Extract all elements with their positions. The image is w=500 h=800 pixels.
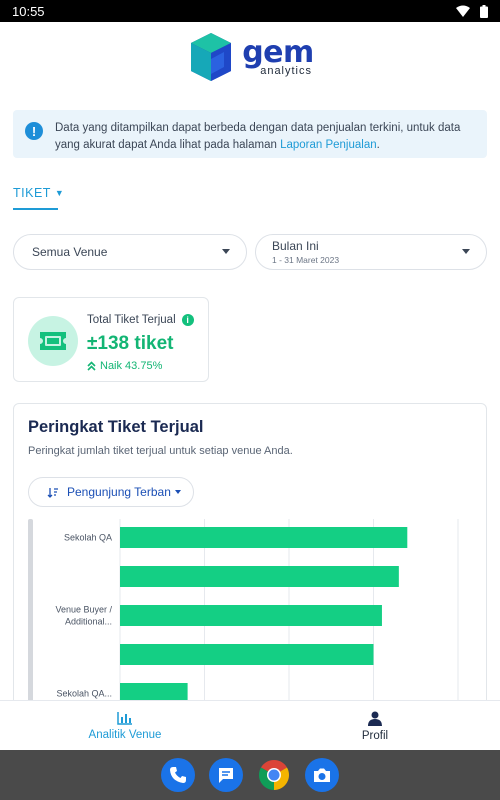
ticket-icon bbox=[40, 332, 66, 350]
chart-bar bbox=[120, 644, 374, 665]
app-header: gem analytics bbox=[0, 22, 500, 92]
sort-icon bbox=[47, 487, 58, 498]
main-content[interactable]: ! Data yang ditampilkan dapat berbeda de… bbox=[0, 92, 500, 700]
period-range: 1 - 31 Maret 2023 bbox=[272, 255, 340, 265]
gem-logo-icon bbox=[191, 33, 232, 81]
ticket-icon-wrap bbox=[28, 316, 78, 366]
phone-app-icon[interactable] bbox=[161, 758, 195, 792]
sales-report-link[interactable]: Laporan Penjualan bbox=[280, 139, 377, 151]
info-icon: ! bbox=[25, 122, 43, 140]
info-banner-text: Data yang ditampilkan dapat berbeda deng… bbox=[55, 122, 461, 151]
stat-label: Total Tiket Terjual i bbox=[87, 314, 194, 326]
messages-app-icon[interactable] bbox=[209, 758, 243, 792]
bottom-nav: Analitik Venue Profil bbox=[0, 700, 500, 750]
status-time: 10:55 bbox=[12, 3, 45, 19]
chart-category-label: Sekolah QA... bbox=[56, 689, 112, 699]
chart-scroll-rail[interactable] bbox=[28, 519, 33, 700]
status-bar: 10:55 bbox=[0, 0, 500, 22]
nav-analitik-venue[interactable]: Analitik Venue bbox=[0, 701, 250, 751]
chart-category-label: Venue Buyer / bbox=[55, 605, 112, 615]
dropdown-arrow-icon bbox=[174, 490, 181, 494]
double-chevron-up-icon bbox=[87, 361, 96, 371]
battery-icon bbox=[480, 4, 488, 18]
chart-category-label: Additional... bbox=[65, 617, 112, 627]
period-select-value: Bulan Ini bbox=[272, 239, 319, 253]
gem-analytics-logo: gem analytics bbox=[186, 31, 314, 83]
camera-app-icon[interactable] bbox=[305, 758, 339, 792]
dropdown-arrow-icon bbox=[222, 249, 230, 254]
logo-subtitle: analytics bbox=[260, 64, 312, 77]
system-dock bbox=[0, 750, 500, 800]
person-icon bbox=[368, 711, 382, 726]
logo-word: gem bbox=[242, 34, 314, 70]
stat-change: Naik 43.75% bbox=[87, 360, 162, 372]
total-tickets-card: Total Tiket Terjual i ±138 tiket Naik 43… bbox=[13, 297, 209, 382]
venue-select[interactable]: Semua Venue bbox=[13, 234, 247, 270]
chart-bar bbox=[120, 605, 382, 626]
stat-value: ±138 tiket bbox=[87, 333, 174, 354]
chart-bar bbox=[120, 527, 408, 548]
chart-category-label: Sekolah QA bbox=[64, 533, 112, 543]
bar-chart-icon bbox=[117, 711, 132, 725]
tab-tiket-label: TIKET bbox=[13, 186, 51, 200]
ranking-chart: Sekolah QA Venue Buyer / Additional... Seko… bbox=[28, 519, 459, 700]
chrome-app-icon[interactable] bbox=[257, 758, 291, 792]
info-banner: ! Data yang ditampilkan dapat berbeda de… bbox=[13, 110, 487, 158]
nav-profil-label: Profil bbox=[361, 729, 389, 742]
caret-down-icon: ▼ bbox=[54, 188, 65, 198]
ranking-subtitle: Peringkat jumlah tiket terjual untuk set… bbox=[28, 445, 293, 457]
sort-button[interactable]: Pengunjung Terban bbox=[28, 477, 194, 507]
period-select[interactable]: Bulan Ini 1 - 31 Maret 2023 bbox=[255, 234, 487, 270]
sort-label: Pengunjung Terban bbox=[67, 485, 171, 499]
venue-select-value: Semua Venue bbox=[32, 245, 108, 259]
dropdown-arrow-icon bbox=[462, 249, 470, 254]
ranking-card: Peringkat Tiket Terjual Peringkat jumlah… bbox=[13, 403, 487, 700]
chart-bar bbox=[120, 566, 399, 587]
ranking-title: Peringkat Tiket Terjual bbox=[28, 418, 204, 436]
wifi-icon bbox=[456, 5, 470, 17]
info-icon[interactable]: i bbox=[181, 314, 194, 326]
chart-bar bbox=[120, 683, 188, 700]
tab-tiket[interactable]: TIKET ▼ bbox=[13, 184, 64, 210]
nav-profil[interactable]: Profil bbox=[250, 701, 500, 751]
tab-indicator bbox=[13, 208, 58, 210]
nav-analitik-label: Analitik Venue bbox=[88, 728, 162, 741]
